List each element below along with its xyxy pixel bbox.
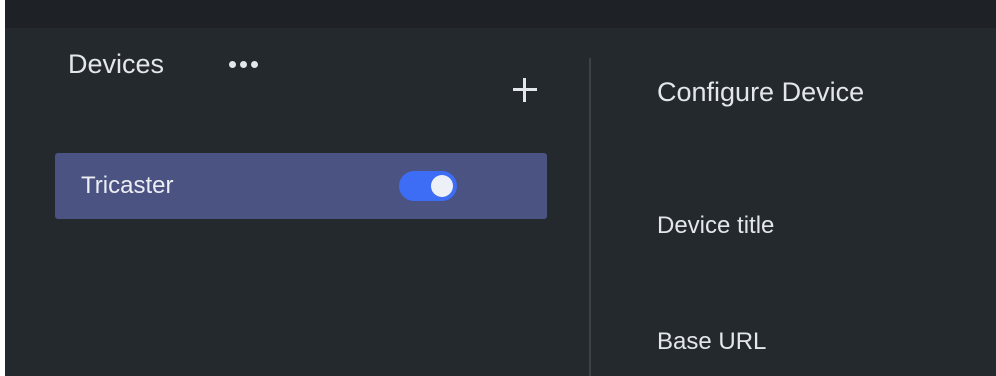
toggle-knob: [431, 175, 453, 197]
add-device-icon[interactable]: [511, 76, 539, 104]
more-options-icon[interactable]: [223, 54, 263, 74]
device-list-item[interactable]: Tricaster: [55, 153, 547, 219]
configure-device-title: Configure Device: [657, 77, 865, 107]
app-window: Devices Tricaster Configure Device Devic…: [5, 0, 996, 376]
base-url-label: Base URL: [657, 328, 767, 355]
devices-panel-title: Devices: [68, 49, 165, 79]
top-bar: [5, 0, 996, 28]
device-title-label: Device title: [657, 212, 775, 239]
device-name: Tricaster: [81, 172, 174, 199]
panel-divider: [589, 58, 591, 376]
device-enabled-toggle[interactable]: [399, 171, 457, 201]
